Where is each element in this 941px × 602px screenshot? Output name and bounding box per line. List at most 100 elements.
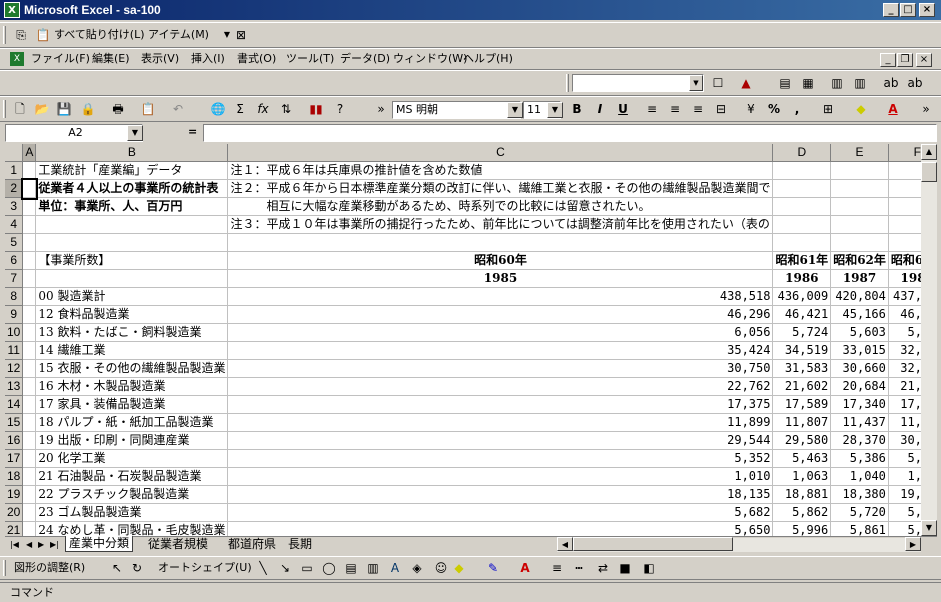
cell-d[interactable]: 昭和61年	[772, 251, 832, 270]
data-table-icon[interactable]: ▦	[797, 73, 819, 93]
cell-b[interactable]	[35, 233, 229, 252]
dash-style-icon[interactable]: ┅	[568, 558, 590, 578]
tab-prev-icon[interactable]: ◀	[23, 537, 35, 552]
cell-d[interactable]: 11,807	[772, 413, 832, 432]
chart-wizard-icon[interactable]: ▮▮	[305, 99, 327, 119]
cell-b[interactable]: 単位：事業所、人、百万円	[35, 197, 229, 216]
cell-b[interactable]: 14 繊維工業	[35, 341, 229, 360]
legend-icon[interactable]: ▤	[774, 73, 796, 93]
cell-e[interactable]	[830, 161, 889, 180]
row-header[interactable]: 11	[5, 341, 24, 360]
row-header[interactable]: 15	[5, 413, 24, 432]
cell-a[interactable]	[22, 269, 37, 288]
cell-f[interactable]: 5,736	[888, 323, 921, 342]
cell-c[interactable]: 30,750	[227, 359, 774, 378]
toolbar-grip[interactable]	[3, 100, 6, 118]
copy-icon[interactable]: ⎘	[10, 25, 32, 45]
cell-d[interactable]: 46,421	[772, 305, 832, 324]
cell-c[interactable]: 注１：平成６年は兵庫県の推計値を含めた数値	[227, 161, 774, 180]
chevron-down-icon[interactable]: ▼	[127, 125, 143, 141]
maximize-button[interactable]: □	[900, 3, 916, 17]
workbook-icon[interactable]: X	[10, 52, 24, 66]
cell-b[interactable]: 従業者４人以上の事業所の統計表	[35, 179, 229, 198]
cell-b[interactable]	[35, 269, 229, 288]
toolbar-grip[interactable]	[3, 26, 6, 44]
diagram-icon[interactable]: ◈	[406, 558, 428, 578]
cell-a[interactable]	[22, 161, 37, 180]
cell-a[interactable]	[22, 431, 37, 450]
cell-d[interactable]: 21,602	[772, 377, 832, 396]
toolbar-grip[interactable]	[566, 74, 569, 92]
open-icon[interactable]: 📂	[31, 99, 53, 119]
chart-type-icon[interactable]: ▲	[735, 73, 757, 93]
cell-c[interactable]: 438,518	[227, 287, 774, 306]
currency-icon[interactable]: ¥	[740, 99, 762, 119]
cell-c[interactable]: 相互に大幅な産業移動があるため、時系列での比較には留意されたい。	[227, 197, 774, 216]
align-left-icon[interactable]: ≡	[641, 99, 663, 119]
align-center-icon[interactable]: ≡	[664, 99, 686, 119]
arrow-icon[interactable]: ↘	[274, 558, 296, 578]
menu-help[interactable]: ヘルプ(H)	[463, 49, 513, 69]
cell-f[interactable]	[888, 197, 921, 216]
cell-a[interactable]	[22, 359, 37, 378]
cell-e[interactable]: 5,861	[830, 521, 889, 536]
cell-e[interactable]: 17,340	[830, 395, 889, 414]
clear-clipboard-icon[interactable]: ⊠	[230, 25, 252, 45]
format-object-icon[interactable]: ☐	[707, 73, 729, 93]
cell-b[interactable]: 17 家具・装備品製造業	[35, 395, 229, 414]
line-icon[interactable]: ╲	[252, 558, 274, 578]
row-header[interactable]: 8	[5, 287, 24, 306]
row-header[interactable]: 9	[5, 305, 24, 324]
cell-a[interactable]	[22, 503, 37, 522]
cell-b[interactable]: 22 プラスチック製品製造業	[35, 485, 229, 504]
cell-b[interactable]	[35, 215, 229, 234]
cell-f[interactable]: 5,363	[888, 449, 921, 468]
angle-text-down-icon[interactable]: ab	[880, 73, 902, 93]
menu-view[interactable]: 表示(V)	[141, 49, 179, 69]
borders-icon[interactable]: ⊞	[817, 99, 839, 119]
scroll-right-button[interactable]: ▶	[905, 537, 921, 551]
cell-c[interactable]	[227, 233, 774, 252]
tab-todofuken[interactable]: 都道府県	[225, 537, 279, 552]
row-header[interactable]: 7	[5, 269, 24, 288]
cell-a[interactable]	[22, 485, 37, 504]
cell-b[interactable]: 15 衣服・その他の繊維製品製造業	[35, 359, 229, 378]
paste-all-button[interactable]: すべて貼り付け(L)	[54, 25, 145, 45]
cell-d[interactable]	[772, 197, 832, 216]
cell-c[interactable]: 22,762	[227, 377, 774, 396]
tab-last-icon[interactable]: ▶|	[47, 537, 62, 552]
cell-a[interactable]	[22, 197, 37, 216]
cell-b[interactable]: 工業統計「産業編」データ	[35, 161, 229, 180]
doc-restore-button[interactable]: ❐	[897, 53, 913, 67]
cell-e[interactable]: 11,437	[830, 413, 889, 432]
row-header[interactable]: 19	[5, 485, 24, 504]
toolbar-grip[interactable]	[3, 560, 6, 576]
paste-icon[interactable]: 📋	[137, 99, 159, 119]
cell-c[interactable]: 注３：平成１０年は事業所の捕捉行ったため、前年比については調整済前年比を使用され…	[227, 215, 774, 234]
name-box[interactable]: A2	[5, 124, 143, 142]
vertical-textbox-icon[interactable]: ▥	[362, 558, 384, 578]
font-color-button[interactable]: A	[882, 99, 904, 119]
cell-a[interactable]	[22, 449, 37, 468]
cell-b[interactable]: 16 木材・木製品製造業	[35, 377, 229, 396]
column-header[interactable]: E	[830, 144, 889, 162]
cell-c[interactable]: 5,682	[227, 503, 774, 522]
cell-d[interactable]: 18,881	[772, 485, 832, 504]
tab-choki[interactable]: 長期	[285, 537, 315, 552]
by-column-icon[interactable]: ▥	[849, 73, 871, 93]
cell-e[interactable]: 30,660	[830, 359, 889, 378]
cell-c[interactable]: 5,650	[227, 521, 774, 536]
cell-d[interactable]: 31,583	[772, 359, 832, 378]
cell-b[interactable]: 23 ゴム製品製造業	[35, 503, 229, 522]
select-all-corner[interactable]	[5, 144, 24, 162]
function-icon[interactable]: fx	[252, 99, 274, 119]
row-header[interactable]: 17	[5, 449, 24, 468]
cell-c[interactable]: 17,375	[227, 395, 774, 414]
row-header[interactable]: 4	[5, 215, 24, 234]
cell-b[interactable]: 13 飲料・たばこ・飼料製造業	[35, 323, 229, 342]
chevron-down-icon[interactable]: ▼	[507, 102, 523, 118]
save-icon[interactable]: 💾	[53, 99, 75, 119]
tab-next-icon[interactable]: ▶	[35, 537, 47, 552]
cell-d[interactable]: 5,463	[772, 449, 832, 468]
sort-ascending-icon[interactable]: ⇅	[275, 99, 297, 119]
